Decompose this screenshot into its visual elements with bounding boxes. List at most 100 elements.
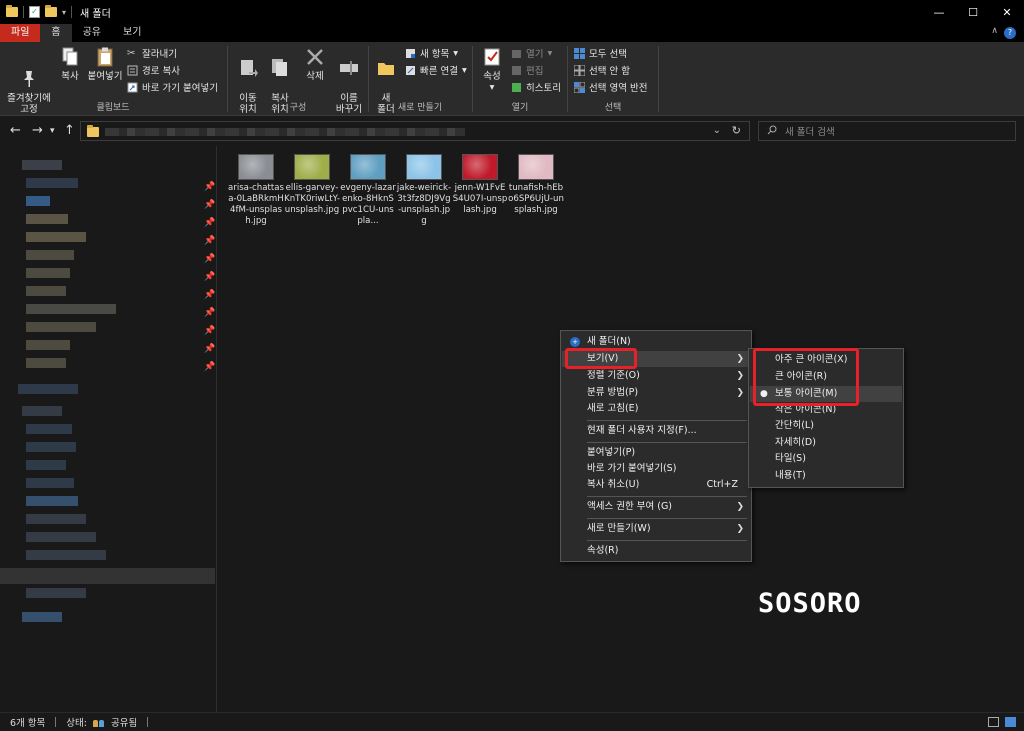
nav-item-redacted[interactable] (22, 612, 62, 622)
pin-icon[interactable]: 📌 (204, 254, 215, 264)
submenu-item-content[interactable]: 내용(T) (750, 468, 902, 484)
properties-button[interactable]: 속성 ▾ (477, 46, 507, 93)
chevron-up-icon[interactable]: ∧ (991, 26, 998, 36)
pin-icon[interactable]: 📌 (204, 308, 215, 318)
submenu-item-tiles[interactable]: 타일(S) (750, 451, 902, 467)
nav-item-redacted[interactable] (26, 232, 86, 242)
file-item[interactable]: evgeny-lazarenko-8HknSpvc1CU-unspla... (340, 154, 396, 227)
menu-item-undo-copy[interactable]: 복사 취소(U) Ctrl+Z (562, 477, 750, 493)
cut-label: 잘라내기 (142, 49, 177, 60)
invert-selection-button[interactable]: 선택 영역 반전 (573, 80, 647, 94)
pin-icon[interactable]: 📌 (204, 272, 215, 282)
new-item-button[interactable]: 새 항목 ▾ (405, 46, 458, 60)
pin-icon[interactable]: 📌 (204, 344, 215, 354)
new-folder-quick-icon[interactable] (45, 5, 57, 17)
menu-item-properties[interactable]: 속성(R) (562, 543, 750, 559)
nav-item-redacted[interactable] (26, 196, 50, 206)
chevron-down-icon[interactable]: ▾ (50, 126, 55, 136)
nav-item-redacted[interactable] (22, 406, 62, 416)
pin-icon[interactable]: 📌 (204, 326, 215, 336)
up-arrow-icon[interactable]: ↑ (64, 123, 75, 138)
paste-button[interactable]: 붙여넣기 (86, 46, 124, 82)
properties-quick-icon[interactable]: ✓ (29, 6, 40, 18)
chevron-down-icon[interactable]: ▾ (62, 8, 66, 17)
menu-item-paste-shortcut[interactable]: 바로 가기 붙여넣기(S) (562, 461, 750, 477)
edit-button[interactable]: 편집 (511, 63, 543, 77)
maximize-button[interactable]: ☐ (956, 0, 990, 24)
image-thumbnail (518, 154, 554, 180)
nav-item-redacted[interactable] (26, 478, 74, 488)
nav-item-redacted[interactable] (26, 268, 70, 278)
paste-shortcut-button[interactable]: 바로 가기 붙여넣기 (127, 80, 218, 94)
image-thumbnail (238, 154, 274, 180)
nav-item-redacted[interactable] (26, 550, 106, 560)
large-icons-view-icon[interactable] (1005, 717, 1016, 727)
nav-item-redacted[interactable] (26, 358, 66, 368)
nav-item-redacted[interactable] (26, 532, 96, 542)
nav-item-redacted[interactable] (18, 384, 78, 394)
nav-item-redacted[interactable] (26, 442, 76, 452)
file-item[interactable]: ellis-garvey-KnTK0riwLtY-unsplash.jpg (284, 154, 340, 216)
menu-item-sort-by[interactable]: 정렬 기준(O) ❯ (562, 368, 750, 384)
file-item[interactable]: arisa-chattasa-0LaBRkmH4fM-unsplash.jpg (228, 154, 284, 227)
tab-view[interactable]: 보기 (112, 24, 152, 42)
nav-item-redacted[interactable] (26, 496, 78, 506)
pin-icon[interactable]: 📌 (204, 182, 215, 192)
refresh-icon[interactable]: ↻ (732, 124, 741, 137)
select-none-button[interactable]: 선택 안 함 (573, 63, 630, 77)
menu-item-paste[interactable]: 붙여넣기(P) (562, 445, 750, 461)
back-arrow-icon[interactable]: ← (10, 123, 21, 138)
select-all-button[interactable]: 모두 선택 (574, 46, 627, 60)
file-name: arisa-chattasa-0LaBRkmH4fM-unsplash.jpg (228, 183, 284, 226)
copy-path-button[interactable]: 경로 복사 (127, 63, 180, 77)
nav-item-redacted[interactable] (26, 588, 86, 598)
nav-item-redacted[interactable] (22, 160, 62, 170)
submenu-item-details[interactable]: 자세히(D) (750, 435, 902, 451)
submenu-item-list[interactable]: 간단히(L) (750, 418, 902, 434)
pin-icon[interactable]: 📌 (204, 290, 215, 300)
pin-icon[interactable]: 📌 (204, 362, 215, 372)
search-box[interactable]: 새 폴더 검색 (758, 121, 1016, 141)
address-bar[interactable]: ⌄ ↻ (80, 121, 750, 141)
nav-item-redacted[interactable] (26, 460, 66, 470)
nav-item-redacted[interactable] (26, 178, 78, 188)
menu-item-refresh[interactable]: 새로 고침(E) (562, 401, 750, 417)
pin-icon[interactable]: 📌 (204, 236, 215, 246)
nav-item-selected[interactable] (0, 568, 215, 584)
nav-item-redacted[interactable] (26, 214, 68, 224)
pin-icon[interactable]: 📌 (204, 218, 215, 228)
nav-item-redacted[interactable] (26, 322, 96, 332)
details-view-icon[interactable] (988, 717, 999, 727)
menu-item-group-by[interactable]: 분류 방법(P) ❯ (562, 385, 750, 401)
watermark: SOSORO (758, 588, 862, 619)
copy-button[interactable]: 복사 (56, 46, 84, 82)
open-icon (511, 48, 522, 59)
file-item[interactable]: jake-weirick-3t3fz8DJ9Vg-unsplash.jpg (396, 154, 452, 227)
nav-item-redacted[interactable] (26, 286, 66, 296)
nav-item-redacted[interactable] (26, 340, 70, 350)
cut-button[interactable]: ✂ 잘라내기 (127, 46, 177, 61)
tab-share[interactable]: 공유 (72, 24, 112, 42)
file-item[interactable]: jenn-W1FvES4U07I-unsplash.jpg (452, 154, 508, 216)
menu-item-give-access[interactable]: 액세스 권한 부여 (G) ❯ (562, 499, 750, 515)
close-button[interactable]: ✕ (990, 0, 1024, 24)
chevron-down-icon[interactable]: ⌄ (713, 125, 721, 136)
menu-item-customize-folder[interactable]: 현재 폴더 사용자 지정(F)... (562, 423, 750, 439)
menu-item-new[interactable]: 새로 만들기(W) ❯ (562, 521, 750, 537)
minimize-button[interactable]: — (922, 0, 956, 24)
chevron-right-icon: ❯ (736, 524, 744, 534)
open-button[interactable]: 열기 ▾ (511, 46, 552, 60)
pin-icon[interactable]: 📌 (204, 200, 215, 210)
nav-item-redacted[interactable] (26, 250, 74, 260)
forward-arrow-icon[interactable]: → (32, 123, 43, 138)
history-button[interactable]: 히스토리 (511, 80, 561, 94)
nav-item-redacted[interactable] (26, 424, 72, 434)
nav-item-redacted[interactable] (26, 514, 86, 524)
tab-file[interactable]: 파일 (0, 24, 41, 42)
file-item[interactable]: tunafish-hEbo6SP6UjU-unsplash.jpg (508, 154, 564, 216)
nav-item-redacted[interactable] (26, 304, 116, 314)
delete-button[interactable]: 삭제 (300, 46, 330, 82)
tab-home[interactable]: 홈 (40, 24, 72, 42)
easy-access-button[interactable]: 빠른 연결 ▾ (405, 63, 467, 77)
help-icon[interactable]: ? (1004, 27, 1016, 39)
